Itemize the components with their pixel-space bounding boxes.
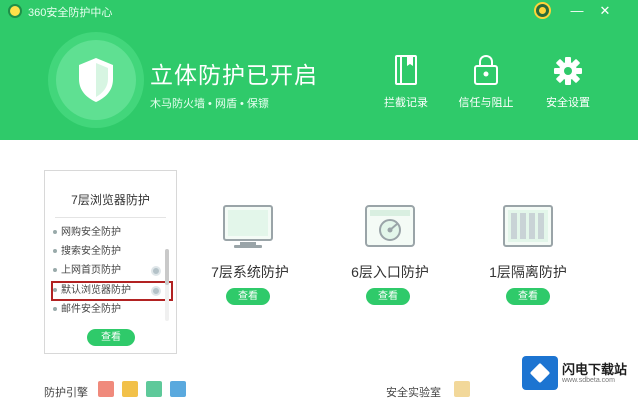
browser-protection-view-button[interactable]: 查看 (87, 329, 135, 346)
bullet-icon (53, 268, 57, 273)
security-lab-label: 安全实验室 (386, 387, 441, 399)
header-banner: 360安全防护中心 — ✕ 立体防护已开启 木马防火墙 • 网盾 • 保镖 拦截… (0, 0, 638, 140)
gear-icon (554, 57, 582, 85)
watermark-url: www.sdbeta.com (562, 377, 615, 384)
isolation-protection-title: 1层隔离防护 (489, 264, 567, 280)
feature-list-scrollbar[interactable] (165, 249, 169, 321)
feature-label: 上网首页防护 (61, 265, 121, 276)
trust-block-button[interactable]: 信任与阻止 (446, 52, 526, 110)
intercept-log-label: 拦截记录 (384, 97, 428, 109)
bullet-icon (53, 249, 57, 254)
default-browser-settings-gear-icon[interactable] (151, 286, 161, 296)
engine-2-icon[interactable] (122, 381, 138, 397)
disk-icon (365, 205, 415, 247)
bullet-icon (53, 230, 57, 235)
app-logo-icon (8, 4, 22, 18)
protection-status-title: 立体防护已开启 (150, 62, 318, 88)
entry-protection-title: 6层入口防护 (351, 264, 429, 280)
feature-item-email[interactable]: 邮件安全防护 (53, 302, 171, 318)
feature-item-homepage[interactable]: 上网首页防护 (53, 263, 171, 279)
engine-3-icon[interactable] (146, 381, 162, 397)
feature-item-shopping[interactable]: 网购安全防护 (53, 225, 171, 241)
window-title: 360安全防护中心 (28, 7, 113, 19)
protection-engine-label: 防护引擎 (44, 387, 88, 399)
watermark: 闪电下载站 www.sdbeta.com (522, 356, 634, 390)
security-settings-button[interactable]: 安全设置 (528, 52, 608, 110)
book-icon (395, 55, 417, 85)
protection-status-subtitle: 木马防火墙 • 网盾 • 保镖 (150, 98, 269, 110)
minimize-button[interactable]: — (568, 2, 586, 20)
browser-protection-card: 7层浏览器防护 网购安全防护 搜索安全防护 上网首页防护 默认浏览器防护 邮件安… (44, 170, 177, 354)
close-button[interactable]: ✕ (596, 2, 614, 20)
isolation-protection-view-button[interactable]: 查看 (506, 288, 550, 305)
card-divider (55, 217, 166, 218)
homepage-settings-gear-icon[interactable] (151, 266, 161, 276)
server-icon (503, 205, 553, 247)
watermark-text: 闪电下载站 (562, 362, 628, 377)
title-bar: 360安全防护中心 — ✕ (0, 0, 638, 22)
feature-label: 默认浏览器防护 (61, 285, 131, 296)
security-lab-icon[interactable] (454, 381, 470, 397)
feature-label: 网购安全防护 (61, 227, 121, 238)
bullet-icon (53, 307, 57, 312)
watermark-logo-icon (522, 356, 558, 390)
monitor-icon (223, 205, 273, 248)
feature-item-search[interactable]: 搜索安全防护 (53, 244, 171, 260)
shield-icon (79, 58, 113, 102)
system-protection-title: 7层系统防护 (211, 264, 289, 280)
engine-1-icon[interactable] (98, 381, 114, 397)
entry-protection-view-button[interactable]: 查看 (366, 288, 410, 305)
engine-4-icon[interactable] (170, 381, 186, 397)
bullet-icon (53, 288, 57, 293)
security-settings-label: 安全设置 (546, 97, 590, 109)
shield-status-icon (48, 32, 144, 128)
system-protection-view-button[interactable]: 查看 (226, 288, 270, 305)
trust-block-label: 信任与阻止 (458, 97, 514, 109)
feature-item-default-browser[interactable]: 默认浏览器防护 (51, 281, 173, 301)
browser-protection-title: 7层浏览器防护 (71, 193, 150, 207)
intercept-log-button[interactable]: 拦截记录 (366, 52, 446, 110)
feature-label: 邮件安全防护 (61, 304, 121, 315)
user-avatar-icon[interactable] (534, 2, 551, 19)
scrollbar-thumb[interactable] (165, 249, 169, 285)
feature-label: 搜索安全防护 (61, 246, 121, 257)
lock-bag-icon (474, 54, 498, 85)
